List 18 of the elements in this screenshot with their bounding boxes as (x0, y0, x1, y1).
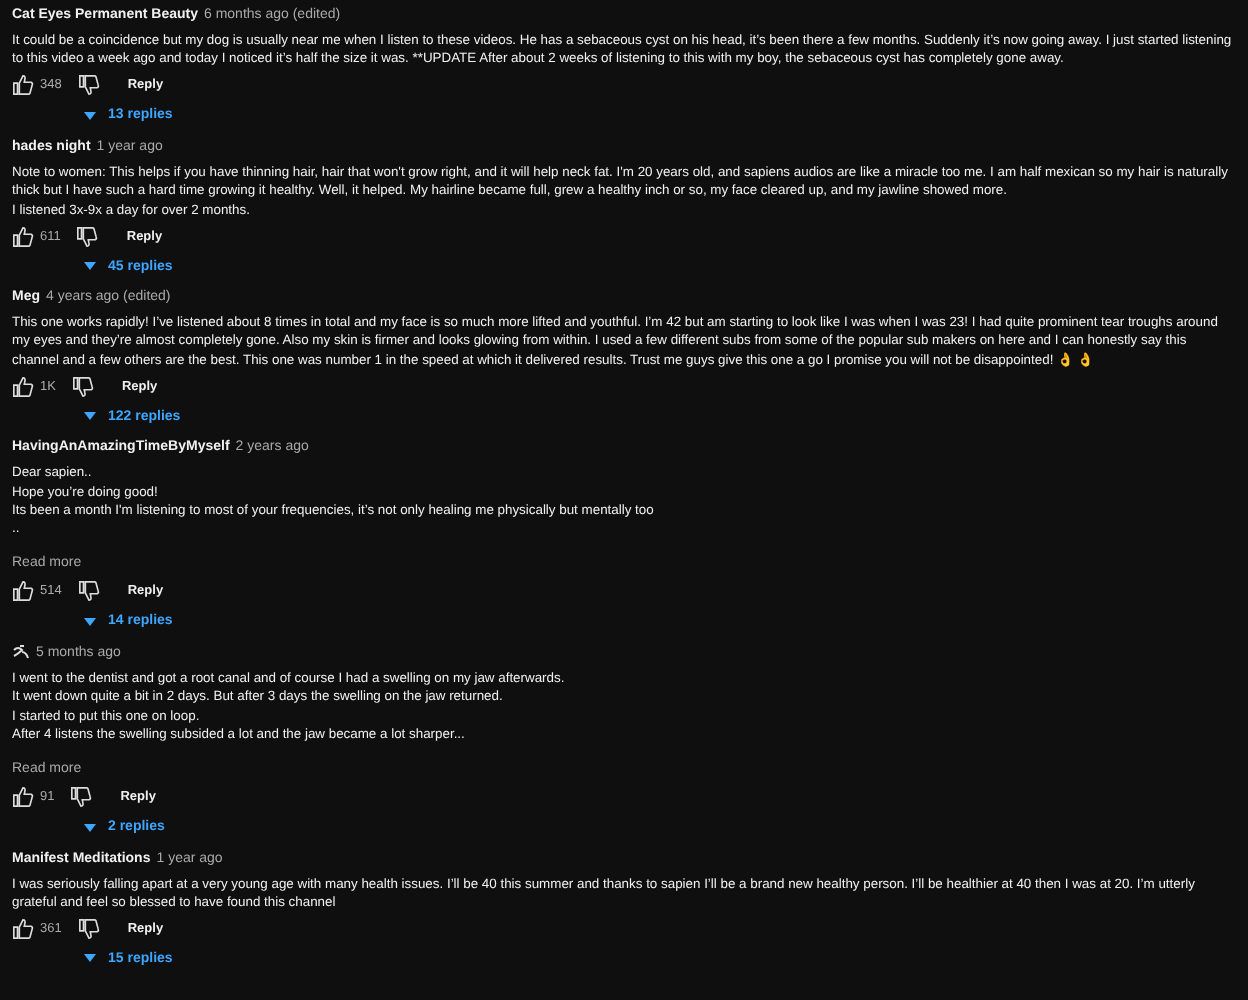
caret-down-icon (84, 823, 96, 831)
caret-down-icon (84, 262, 96, 271)
thumbs-down-icon[interactable] (77, 580, 100, 603)
caret-down-icon (84, 111, 96, 120)
thumbs-down-icon[interactable] (77, 74, 100, 97)
thumbs-down-icon[interactable] (77, 917, 100, 940)
thumbs-down-icon[interactable] (76, 225, 99, 248)
thumbs-down-icon[interactable] (70, 786, 93, 808)
thumbs-up-icon[interactable] (12, 917, 34, 940)
caret-down-icon (84, 954, 96, 963)
thumbs-up-icon[interactable] (12, 786, 34, 808)
thumbs-up-icon[interactable] (12, 375, 34, 398)
thumbs-up-icon[interactable] (12, 225, 34, 248)
thumbs-up-icon[interactable] (12, 580, 34, 603)
caret-down-icon (84, 617, 96, 626)
caret-down-icon (84, 412, 96, 421)
thumbs-down-icon[interactable] (71, 375, 94, 398)
thumbs-up-icon[interactable] (12, 74, 34, 97)
